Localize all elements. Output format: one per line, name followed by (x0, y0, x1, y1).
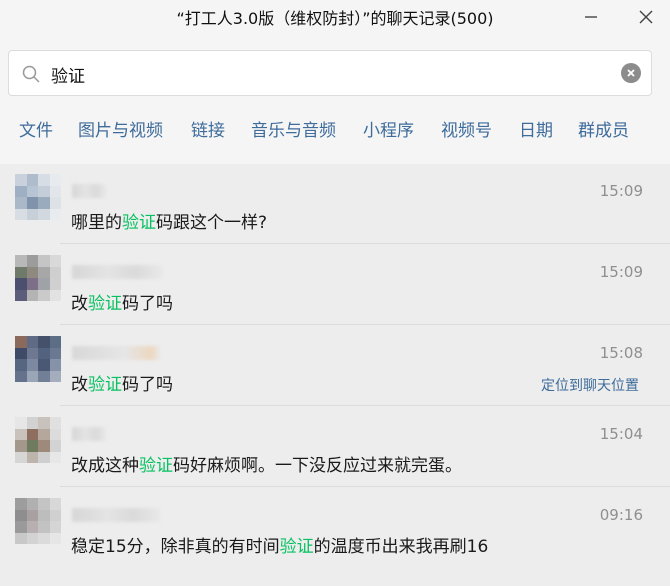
filter-mini-programs[interactable]: 小程序 (363, 116, 414, 141)
keyword-highlight: 验证 (279, 537, 314, 557)
list-item[interactable]: 15:08 改验证码了吗 定位到聊天位置 (0, 326, 670, 406)
keyword-highlight: 验证 (88, 375, 122, 395)
message-time: 15:04 (599, 425, 643, 443)
sender-name-blurred (72, 184, 106, 198)
message-text: 稳定15分，除非真的有时间验证的温度币出来我再刷16 (71, 537, 489, 557)
sender-name-blurred (72, 265, 162, 279)
filter-date[interactable]: 日期 (519, 116, 553, 141)
filter-group-members[interactable]: 群成员 (578, 116, 629, 141)
filter-files[interactable]: 文件 (19, 116, 53, 141)
list-item[interactable]: 15:09 哪里的验证码跟这个一样? (0, 164, 670, 244)
search-input[interactable] (49, 59, 613, 89)
minimize-button[interactable] (577, 3, 605, 31)
search-box[interactable] (8, 50, 652, 96)
keyword-highlight: 验证 (139, 456, 173, 476)
filter-channels[interactable]: 视频号 (441, 116, 492, 141)
avatar (15, 498, 61, 544)
list-item[interactable]: 15:04 改成这种验证码好麻烦啊。一下没反应过来就完蛋。 (0, 407, 670, 487)
divider (60, 243, 670, 244)
minimize-icon (585, 16, 597, 18)
avatar (15, 417, 61, 463)
window-title: “打工人3.0版（维权防封）”的聊天记录(500) (176, 9, 494, 28)
filter-music-audio[interactable]: 音乐与音频 (251, 116, 336, 141)
sender-name-blurred (72, 508, 160, 522)
message-time: 09:16 (599, 506, 643, 524)
sender-name-blurred (72, 346, 160, 360)
avatar (15, 336, 61, 382)
message-time: 15:09 (599, 182, 643, 200)
avatar (15, 174, 61, 220)
clear-search-icon[interactable] (621, 63, 641, 83)
divider (60, 405, 670, 406)
sender-name-blurred (72, 427, 106, 441)
title-bar: “打工人3.0版（维权防封）”的聊天记录(500) (0, 0, 670, 36)
close-button[interactable] (632, 3, 660, 31)
search-icon (22, 65, 40, 83)
message-text: 哪里的验证码跟这个一样? (71, 213, 268, 233)
message-text: 改成这种验证码好麻烦啊。一下没反应过来就完蛋。 (71, 456, 462, 476)
message-text: 改验证码了吗 (71, 294, 173, 314)
locate-in-chat-link[interactable]: 定位到聊天位置 (541, 375, 639, 395)
message-time: 15:09 (599, 263, 643, 281)
divider (60, 486, 670, 487)
filter-links[interactable]: 链接 (191, 116, 225, 141)
list-item[interactable]: 15:09 改验证码了吗 (0, 245, 670, 325)
search-area: 文件 图片与视频 链接 音乐与音频 小程序 视频号 日期 群成员 (0, 36, 670, 164)
keyword-highlight: 验证 (122, 213, 156, 233)
list-item[interactable]: 09:16 稳定15分，除非真的有时间验证的温度币出来我再刷16 (0, 488, 670, 568)
filter-images-videos[interactable]: 图片与视频 (78, 116, 163, 141)
message-text: 改验证码了吗 (71, 375, 173, 395)
divider (60, 324, 670, 325)
message-time: 15:08 (599, 344, 643, 362)
close-icon (639, 10, 653, 24)
avatar (15, 255, 61, 301)
search-results: 15:09 哪里的验证码跟这个一样? 15:09 改验证码了吗 15:08 改验… (0, 164, 670, 586)
keyword-highlight: 验证 (88, 294, 122, 314)
